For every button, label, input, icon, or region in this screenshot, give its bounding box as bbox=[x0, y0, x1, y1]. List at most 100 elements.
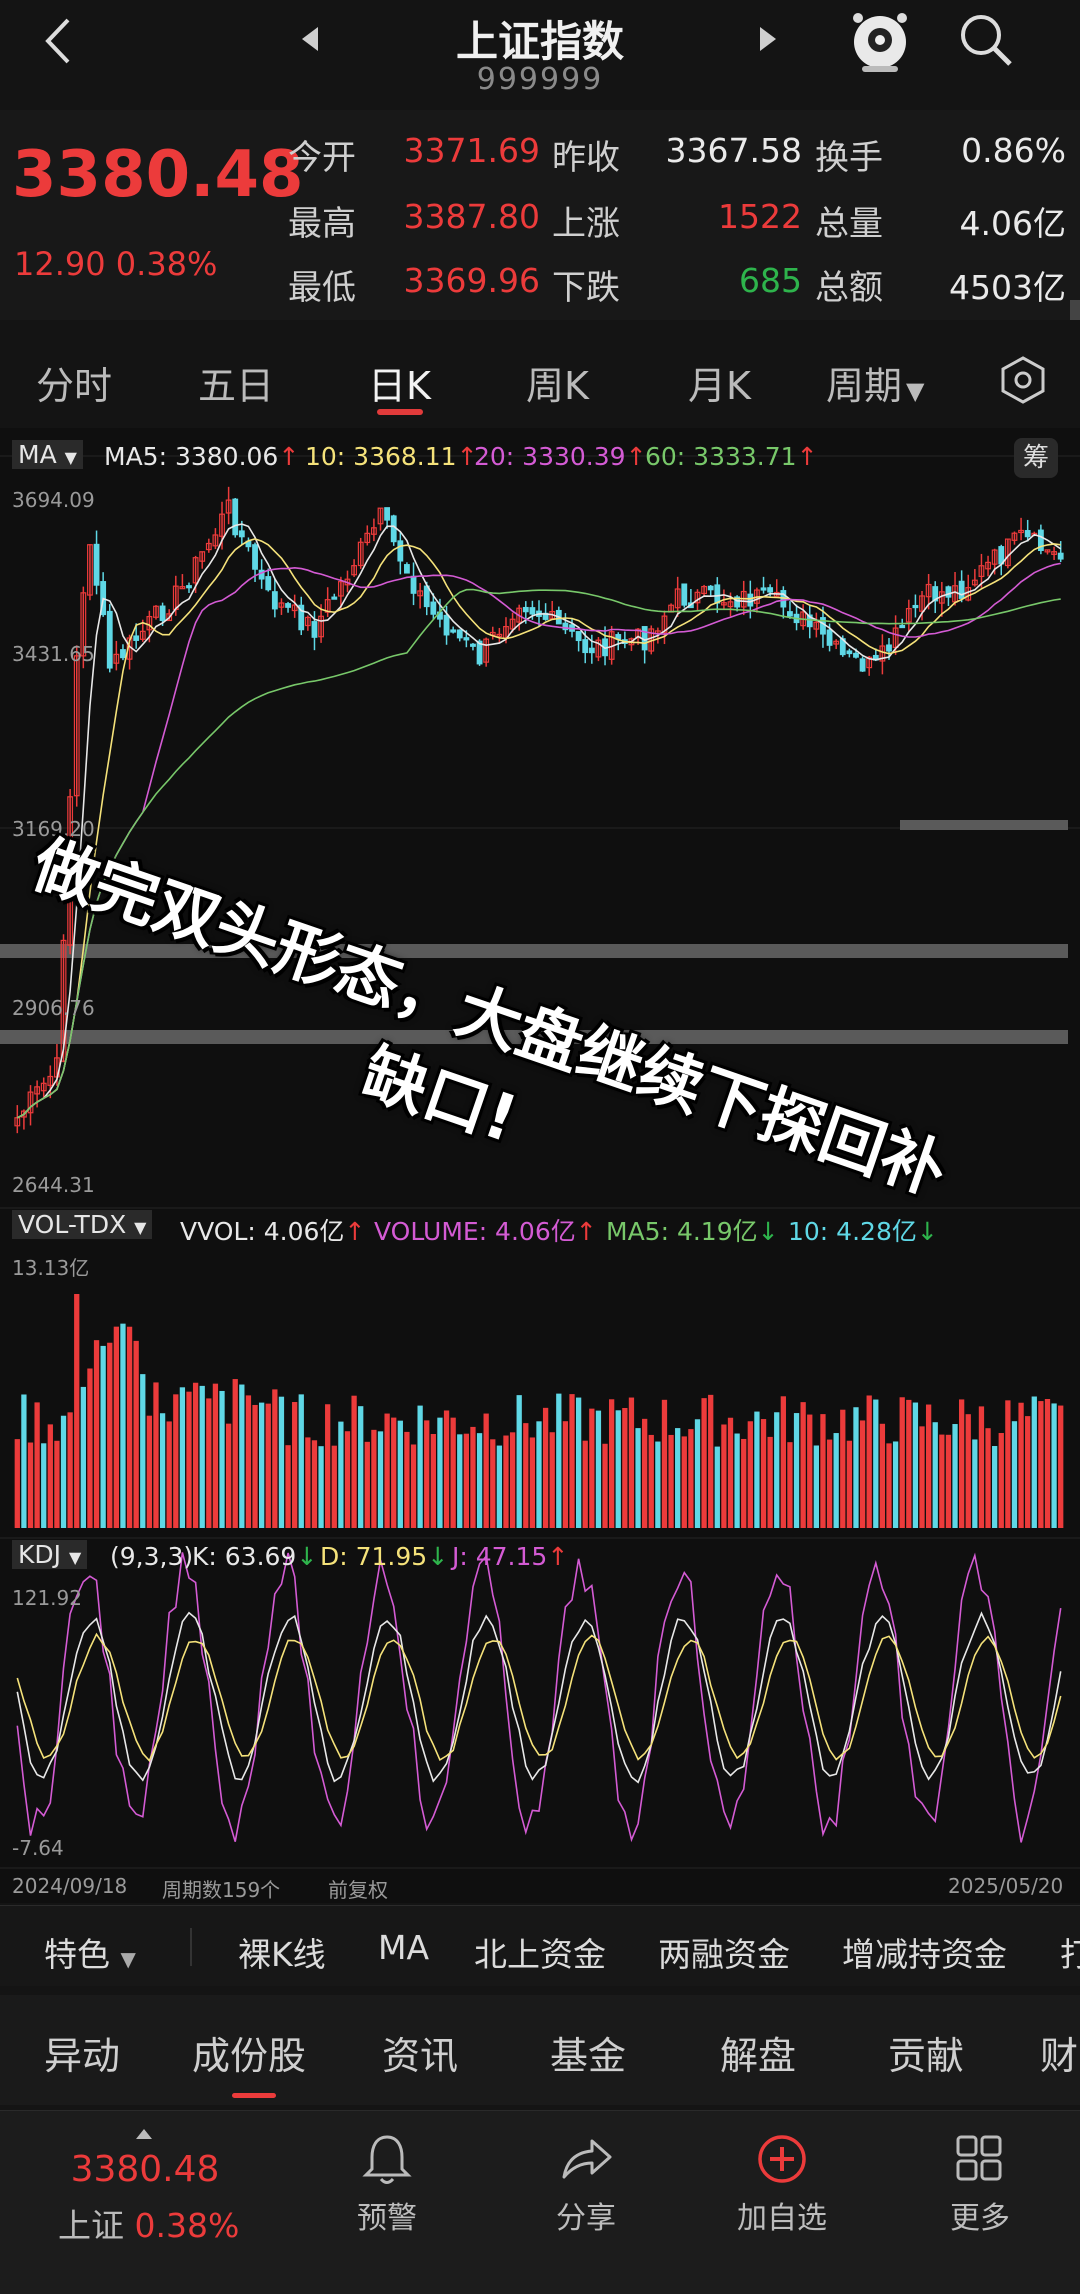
volume-bar bbox=[925, 1404, 932, 1528]
volume-bar bbox=[34, 1402, 40, 1528]
indicator-ma[interactable]: MA bbox=[378, 1928, 429, 1967]
volume-bar bbox=[252, 1404, 258, 1528]
prev-close-label: 昨收 bbox=[552, 138, 620, 178]
settings-hex-icon[interactable] bbox=[998, 355, 1048, 405]
add-watchlist-icon[interactable] bbox=[756, 2133, 808, 2185]
feature-dropdown[interactable]: 特色 ▼ bbox=[44, 1928, 136, 1976]
decliners-label: 下跌 bbox=[552, 268, 620, 308]
share-button-label[interactable]: 分享 bbox=[516, 2193, 656, 2237]
tab-analysis[interactable]: 解盘 bbox=[720, 2025, 796, 2080]
volume-bar bbox=[642, 1418, 648, 1528]
volume-bar bbox=[140, 1374, 146, 1528]
volume-bar bbox=[516, 1395, 522, 1528]
tab-news[interactable]: 资讯 bbox=[382, 2025, 458, 2080]
bell-icon[interactable] bbox=[362, 2131, 412, 2187]
kdj-selector[interactable]: KDJ ▼ bbox=[12, 1540, 88, 1569]
info-tabs: 异动 成份股 资讯 基金 解盘 贡献 财 bbox=[0, 1995, 1080, 2105]
indicator-more[interactable]: 打 bbox=[1060, 1928, 1080, 1976]
volume-bar bbox=[655, 1441, 661, 1528]
tab-weekly-k[interactable]: 周K bbox=[526, 355, 589, 410]
indicator-margin[interactable]: 两融资金 bbox=[658, 1928, 790, 1976]
volume-bar bbox=[298, 1394, 304, 1528]
volume-bar bbox=[41, 1443, 47, 1528]
ma10-value: 10: 3368.11↑ bbox=[305, 442, 478, 471]
volume-bar bbox=[741, 1438, 747, 1528]
candle-body bbox=[133, 635, 140, 641]
candle-body bbox=[641, 626, 648, 651]
next-stock-icon[interactable] bbox=[756, 24, 780, 54]
volume-bar bbox=[714, 1446, 720, 1528]
volume-bar bbox=[153, 1382, 159, 1528]
volume-bar bbox=[536, 1421, 542, 1528]
high-value: 3387.80 bbox=[403, 197, 540, 236]
ma60-value: 60: 3333.71↑ bbox=[645, 442, 818, 471]
tab-funds[interactable]: 基金 bbox=[550, 2025, 626, 2080]
volume-bar bbox=[47, 1424, 53, 1528]
candle-body bbox=[265, 576, 272, 591]
add-watchlist-label[interactable]: 加自选 bbox=[712, 2193, 852, 2237]
volume-bar bbox=[846, 1440, 853, 1528]
kdj-k-line bbox=[16, 1611, 1062, 1784]
tab-daily-k[interactable]: 日K bbox=[368, 355, 431, 410]
indicator-northbound[interactable]: 北上资金 bbox=[474, 1928, 606, 1976]
candle-body bbox=[285, 603, 291, 608]
gap-band bbox=[900, 820, 1068, 830]
volume-bar bbox=[602, 1443, 608, 1528]
volume-bar bbox=[807, 1414, 813, 1528]
mascot-icon[interactable] bbox=[848, 6, 912, 74]
candle-body bbox=[747, 593, 754, 607]
volume-bar bbox=[648, 1434, 654, 1528]
candle-body bbox=[853, 652, 859, 658]
volume-bar bbox=[292, 1402, 298, 1528]
candle-body bbox=[826, 629, 833, 646]
candle-body bbox=[456, 629, 463, 639]
volume-bar bbox=[840, 1409, 846, 1528]
indicator-naked-k[interactable]: 裸K线 bbox=[238, 1928, 326, 1976]
volume-bar bbox=[754, 1411, 760, 1528]
tab-intraday[interactable]: 分时 bbox=[36, 355, 112, 410]
volume-bar bbox=[734, 1433, 740, 1528]
candle-body bbox=[311, 621, 318, 638]
volume-bar bbox=[437, 1417, 443, 1528]
collapse-up-icon[interactable] bbox=[134, 2127, 154, 2141]
alert-button-label[interactable]: 预警 bbox=[317, 2193, 457, 2237]
vol-indicator-selector[interactable]: VOL-TDX ▼ bbox=[12, 1210, 153, 1239]
tab-anomaly[interactable]: 异动 bbox=[44, 2025, 120, 2080]
ma-selector[interactable]: MA ▼ bbox=[12, 440, 83, 469]
volume-bar bbox=[483, 1413, 489, 1528]
volume-bar bbox=[906, 1399, 912, 1528]
chip-distribution-button[interactable]: 筹 bbox=[1014, 438, 1058, 478]
volume-bar bbox=[113, 1326, 119, 1528]
tab-five-day[interactable]: 五日 bbox=[198, 355, 274, 410]
scroll-edge bbox=[1070, 300, 1080, 320]
candle-body bbox=[232, 498, 239, 536]
tab-contribution[interactable]: 贡献 bbox=[888, 2025, 964, 2080]
candle-body bbox=[252, 544, 258, 570]
candle-body bbox=[787, 611, 793, 617]
period-count: 周期数159个 bbox=[162, 1878, 281, 1902]
grid-more-icon[interactable] bbox=[954, 2133, 1004, 2183]
stock-code: 999999 bbox=[476, 62, 604, 97]
volume-bar bbox=[853, 1407, 859, 1528]
volume-bar bbox=[225, 1423, 232, 1528]
kdj-axis-top: 121.92 bbox=[12, 1586, 82, 1610]
amount-label: 总额 bbox=[815, 268, 883, 308]
candle-body bbox=[423, 585, 430, 608]
more-button-label[interactable]: 更多 bbox=[910, 2193, 1050, 2237]
tab-period-dropdown[interactable]: 周期 ▼ bbox=[826, 355, 924, 410]
candle-body bbox=[846, 650, 853, 655]
tab-finance[interactable]: 财 bbox=[1040, 2025, 1078, 2080]
volume-bar bbox=[952, 1424, 958, 1528]
candle-body bbox=[390, 515, 397, 543]
volume-bar bbox=[21, 1394, 27, 1528]
share-icon[interactable] bbox=[558, 2135, 614, 2183]
indicator-holdings-change[interactable]: 增减持资金 bbox=[842, 1928, 1007, 1976]
kdj-j-value: J: 47.15↑ bbox=[452, 1542, 569, 1571]
tab-monthly-k[interactable]: 月K bbox=[688, 355, 751, 410]
tab-constituents[interactable]: 成份股 bbox=[192, 2025, 306, 2080]
amount-value: 4503亿 bbox=[949, 268, 1066, 307]
volume-bar bbox=[978, 1406, 985, 1528]
search-icon[interactable] bbox=[956, 10, 1016, 70]
volume-bar bbox=[305, 1437, 311, 1528]
volume-bar bbox=[721, 1424, 727, 1528]
